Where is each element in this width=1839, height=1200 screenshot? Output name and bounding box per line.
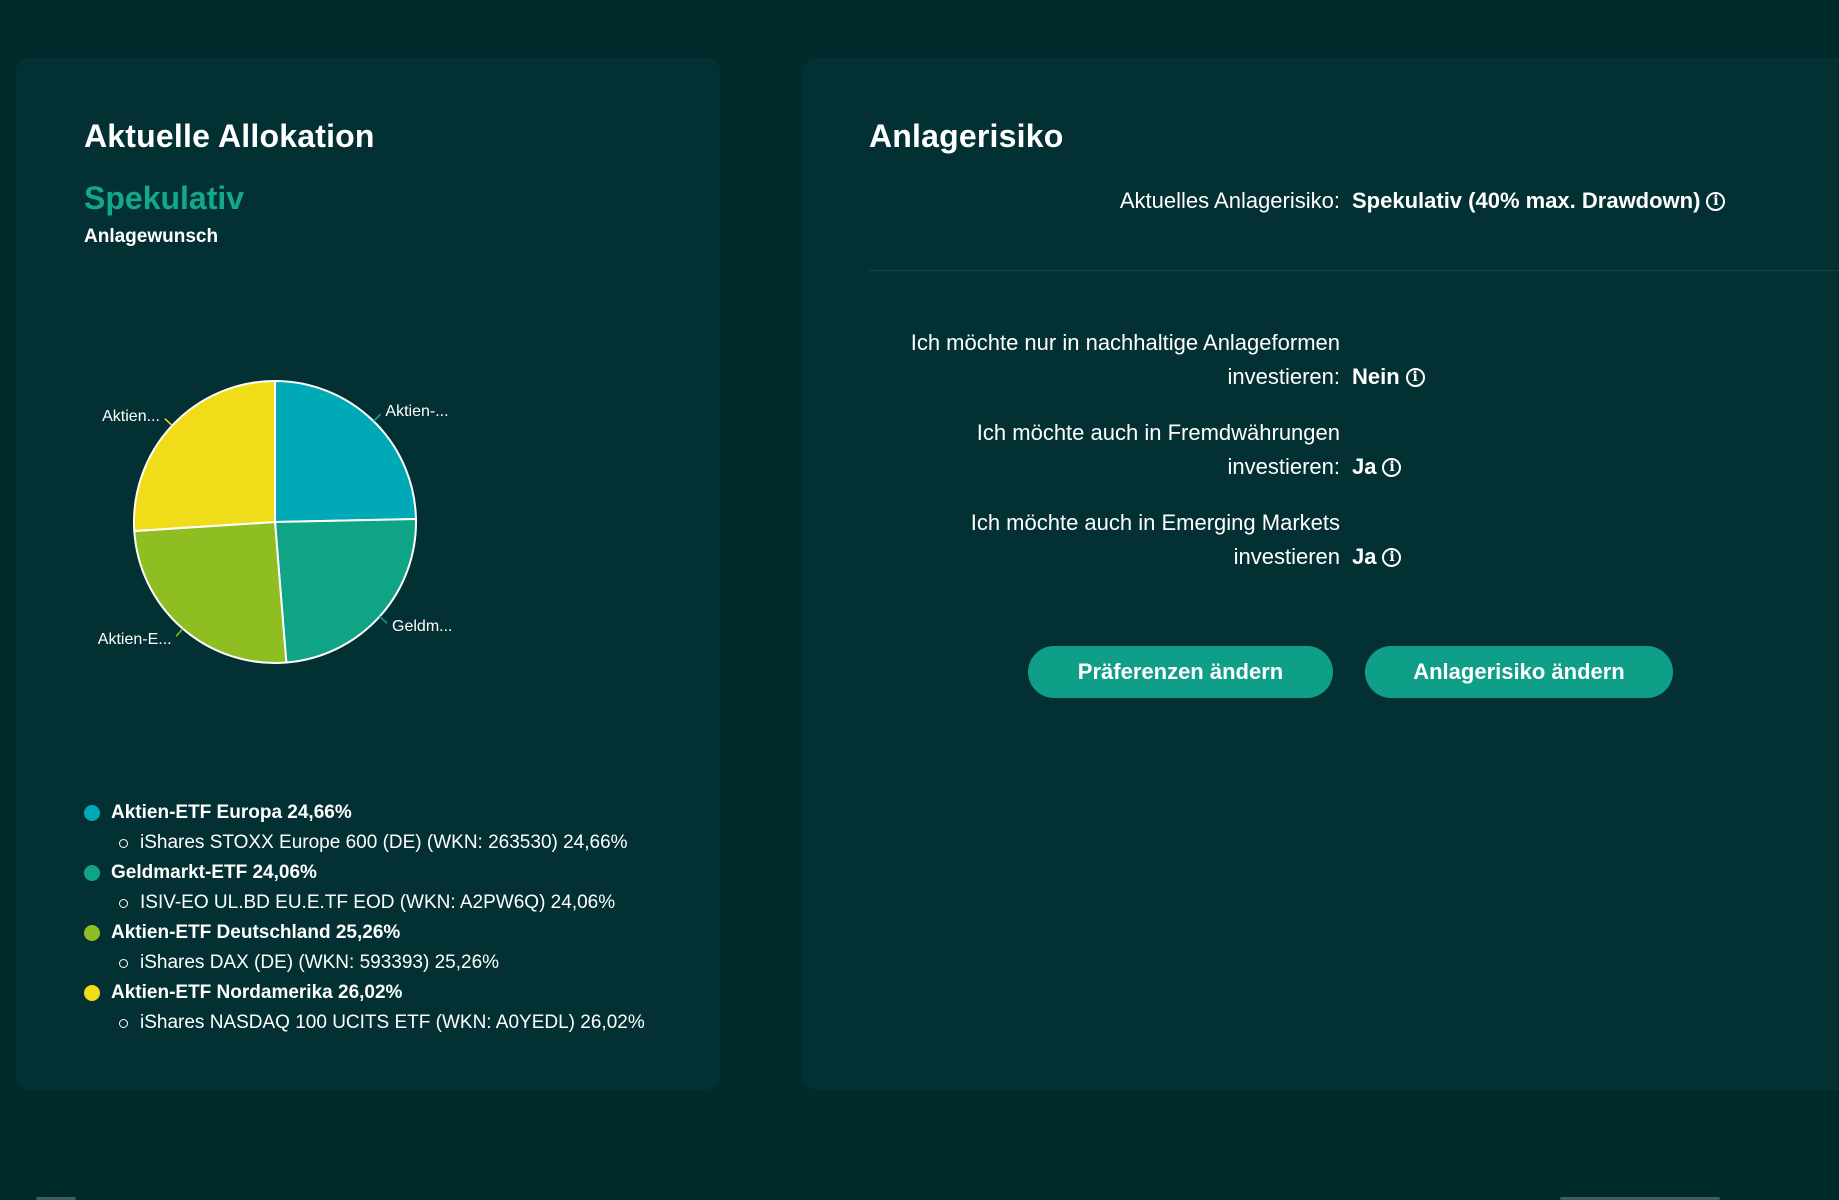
allocation-pie-chart: Aktien-... Geldm... Aktien-E... Aktien... <box>98 379 453 664</box>
info-circle-icon[interactable]: i <box>1382 547 1402 567</box>
bullet-circle-icon <box>119 958 128 968</box>
legend-color-dot <box>84 985 100 1001</box>
pie-slice[interactable] <box>133 379 276 533</box>
legend-label: Aktien-ETF Nordamerika 26,02% <box>111 982 403 1003</box>
legend-item[interactable]: Geldmarkt-ETF 24,06% <box>84 858 704 888</box>
legend-color-dot <box>84 805 100 821</box>
preference-value: Ja i <box>1352 540 1402 574</box>
section-divider <box>869 270 1839 271</box>
legend-group: Aktien-ETF Deutschland 25,26% iShares DA… <box>84 918 704 978</box>
current-risk-value-text: Spekulativ (40% max. Drawdown) <box>1352 188 1701 213</box>
legend-item[interactable]: Aktien-ETF Nordamerika 26,02% <box>84 978 704 1008</box>
legend-color-dot <box>84 925 100 941</box>
preference-emerging-row: Ich möchte auch in Emerging Markets inve… <box>869 506 1729 574</box>
risk-level-sublabel: Anlagewunsch <box>84 226 219 247</box>
legend-color-dot <box>84 865 100 881</box>
legend-group: Aktien-ETF Europa 24,66% iShares STOXX E… <box>84 798 704 858</box>
info-circle-icon[interactable]: i <box>1706 191 1726 211</box>
preference-value-text: Ja <box>1352 454 1377 479</box>
bullet-circle-icon <box>119 1018 128 1028</box>
legend-sublabel: iShares STOXX Europe 600 (DE) (WKN: 2635… <box>140 832 628 853</box>
pie-leader-line <box>373 413 382 422</box>
legend-sublabel: iShares NASDAQ 100 UCITS ETF (WKN: A0YED… <box>140 1012 645 1033</box>
current-risk-row: Aktuelles Anlagerisiko: Spekulativ (40% … <box>869 184 1729 218</box>
risk-title: Anlagerisiko <box>869 118 1064 154</box>
legend-subitem: iShares DAX (DE) (WKN: 593393) 25,26% <box>84 948 704 978</box>
preference-label: Ich möchte nur in nachhaltige Anlageform… <box>869 326 1340 394</box>
allocation-legend: Aktien-ETF Europa 24,66% iShares STOXX E… <box>84 798 704 1038</box>
preference-value: Ja i <box>1352 450 1402 484</box>
info-circle-icon[interactable]: i <box>1382 457 1402 477</box>
preference-value: Nein i <box>1352 360 1425 394</box>
current-risk-value: Spekulativ (40% max. Drawdown) i <box>1352 184 1726 218</box>
bullet-circle-icon <box>119 898 128 908</box>
pie-slice[interactable] <box>274 379 417 524</box>
change-risk-button[interactable]: Anlagerisiko ändern <box>1365 646 1673 698</box>
page: Aktuelle Allokation Spekulativ Anlagewun… <box>0 0 1839 1200</box>
preference-label: Ich möchte auch in Fremdwährungen invest… <box>869 416 1340 484</box>
preference-label-line: investieren: <box>1227 364 1340 389</box>
preference-label-line: Ich möchte nur in nachhaltige Anlageform… <box>910 330 1340 355</box>
preference-value-text: Nein <box>1352 364 1400 389</box>
preference-value-text: Ja <box>1352 544 1377 569</box>
legend-label: Aktien-ETF Deutschland 25,26% <box>111 922 401 943</box>
info-circle-icon[interactable]: i <box>1405 367 1425 387</box>
change-preferences-button[interactable]: Präferenzen ändern <box>1028 646 1333 698</box>
legend-item[interactable]: Aktien-ETF Europa 24,66% <box>84 798 704 828</box>
pie-slice-label: Aktien-E... <box>98 631 172 648</box>
current-risk-label: Aktuelles Anlagerisiko: <box>1119 188 1340 213</box>
preference-sustainable-row: Ich möchte nur in nachhaltige Anlageform… <box>869 326 1729 394</box>
preference-currency-row: Ich möchte auch in Fremdwährungen invest… <box>869 416 1729 484</box>
pie-leader-line <box>164 418 173 427</box>
legend-sublabel: ISIV-EO UL.BD EU.E.TF EOD (WKN: A2PW6Q) … <box>140 892 616 913</box>
legend-label: Aktien-ETF Europa 24,66% <box>111 802 352 823</box>
legend-group: Aktien-ETF Nordamerika 26,02% iShares NA… <box>84 978 704 1038</box>
legend-subitem: ISIV-EO UL.BD EU.E.TF EOD (WKN: A2PW6Q) … <box>84 888 704 918</box>
legend-item[interactable]: Aktien-ETF Deutschland 25,26% <box>84 918 704 948</box>
pie-slice-label: Aktien... <box>102 408 160 425</box>
legend-subitem: iShares STOXX Europe 600 (DE) (WKN: 2635… <box>84 828 704 858</box>
legend-sublabel: iShares DAX (DE) (WKN: 593393) 25,26% <box>140 952 500 973</box>
preference-label: Ich möchte auch in Emerging Markets inve… <box>869 506 1340 574</box>
legend-group: Geldmarkt-ETF 24,06% ISIV-EO UL.BD EU.E.… <box>84 858 704 918</box>
bullet-circle-icon <box>119 838 128 848</box>
allocation-title: Aktuelle Allokation <box>84 118 375 154</box>
pie-leader-line <box>175 628 184 637</box>
preference-label-line: Ich möchte auch in Fremdwährungen <box>976 420 1340 445</box>
pie-leader-line <box>379 615 388 624</box>
preference-label-line: investieren <box>1233 544 1340 569</box>
preference-label-line: investieren: <box>1227 454 1340 479</box>
legend-label: Geldmarkt-ETF 24,06% <box>111 862 317 883</box>
legend-subitem: iShares NASDAQ 100 UCITS ETF (WKN: A0YED… <box>84 1008 704 1038</box>
pie-slice-label: Geldm... <box>392 618 452 635</box>
risk-level: Spekulativ <box>84 180 245 216</box>
pie-slice[interactable] <box>273 517 417 664</box>
preference-label-line: Ich möchte auch in Emerging Markets <box>970 510 1340 535</box>
pie-slice-label: Aktien-... <box>385 403 448 420</box>
